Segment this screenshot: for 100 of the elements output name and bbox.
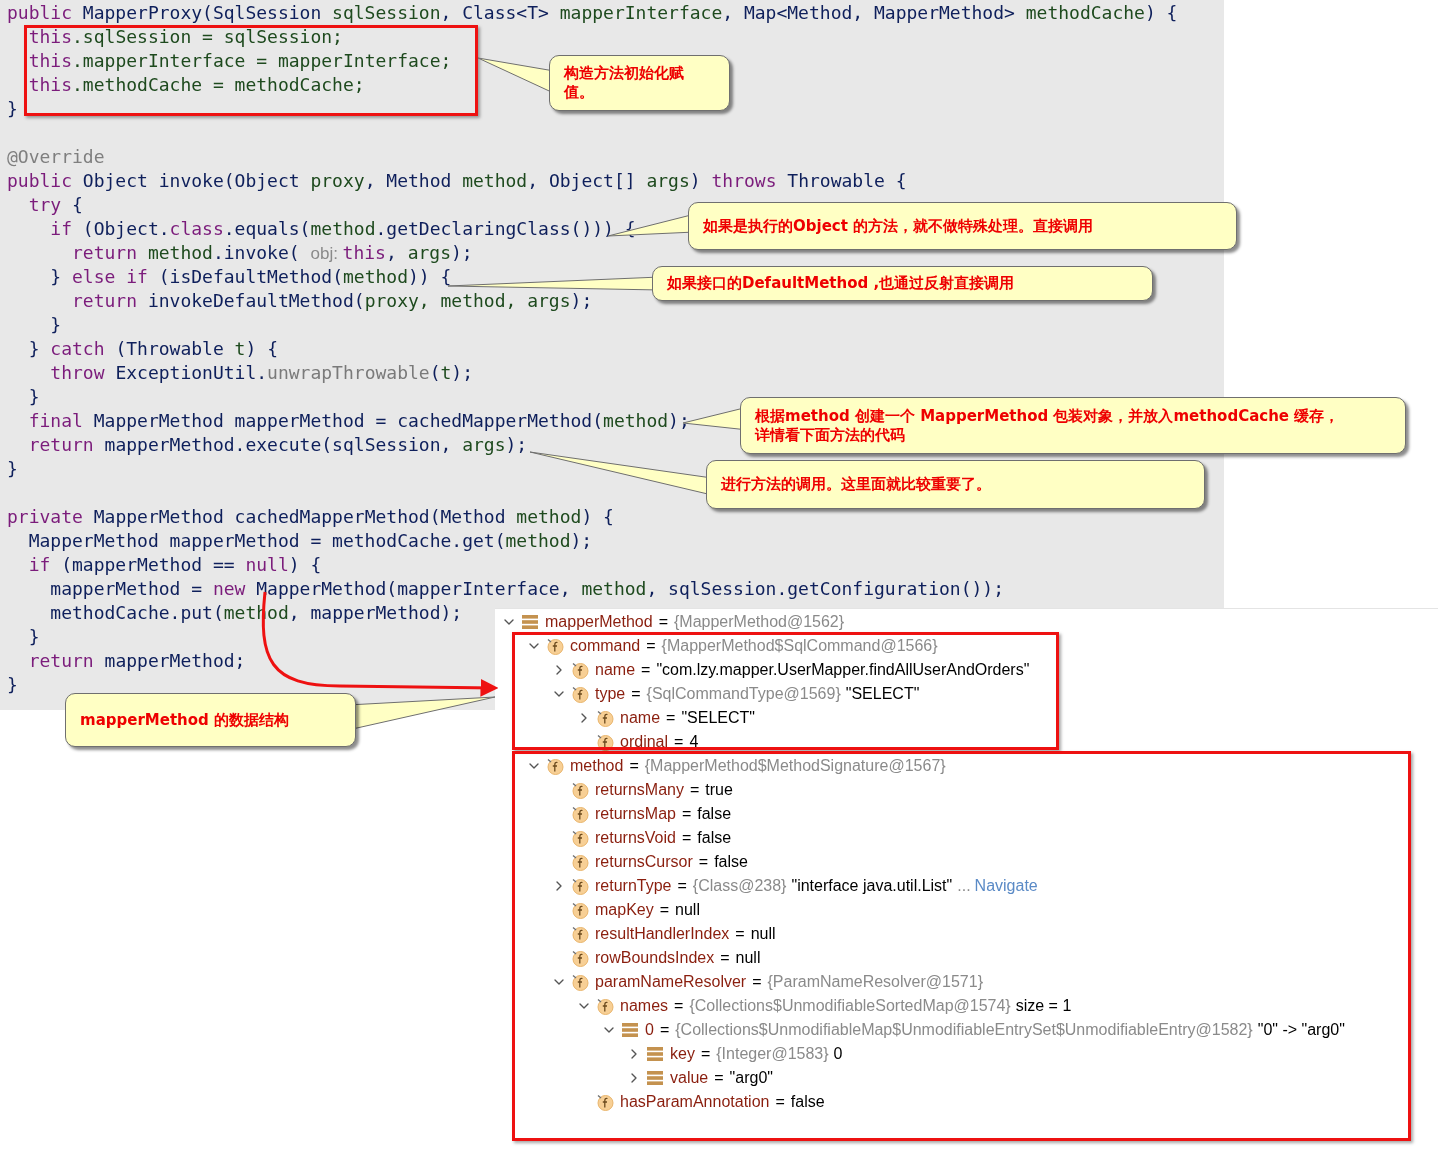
- field-icon: [546, 757, 564, 775]
- variable-value: false: [697, 829, 732, 847]
- variable-name: command: [570, 637, 641, 655]
- variable-value: size = 1: [1015, 997, 1072, 1015]
- variable-value: 0: [833, 1045, 843, 1063]
- code-line: public MapperProxy(SqlSession sqlSession, Class<T> mapperInterface, Map<Method, MapperMethod> methodCache) {: [6, 1, 1178, 25]
- field-icon: [571, 901, 589, 919]
- variable-value: false: [714, 853, 748, 871]
- equals-sign: =: [674, 733, 684, 751]
- field-icon: [546, 637, 564, 655]
- equals-sign: =: [752, 973, 762, 991]
- equals-sign: =: [658, 613, 668, 631]
- variable-name: method: [570, 757, 624, 775]
- code-line: }: [6, 97, 18, 121]
- field-icon: [571, 805, 589, 823]
- variable-name: ordinal: [620, 733, 669, 751]
- equals-sign: =: [700, 1045, 711, 1063]
- code-line: public Object invoke(Object proxy, Method method, Object[] args) throws Throwable {: [6, 169, 907, 193]
- field-icon: [571, 973, 589, 991]
- field-icon: [596, 997, 614, 1015]
- variable-value: "SELECT": [845, 685, 920, 703]
- field-icon: [571, 925, 589, 943]
- equals-sign: =: [714, 1069, 724, 1087]
- variable-name: rowBoundsIndex: [595, 949, 715, 967]
- equals-sign: =: [631, 685, 641, 703]
- code-line: if (mapperMethod == null) {: [27, 553, 322, 577]
- code-line: @Override: [6, 145, 105, 169]
- code-line: }: [27, 385, 40, 409]
- object-reference: {Collections$UnmodifiableSortedMap@1574}: [689, 997, 1011, 1015]
- field-icon: [571, 685, 589, 703]
- equals-sign: =: [681, 829, 692, 847]
- code-line: mapperMethod = new MapperMethod(mapperInterface, method, sqlSession.getConfiguration());: [49, 577, 1005, 601]
- variable-name: returnsVoid: [595, 829, 676, 847]
- field-icon: [571, 853, 589, 871]
- code-line: throw ExceptionUtil.unwrapThrowable(t);: [49, 361, 474, 385]
- variable-value: null: [750, 925, 776, 943]
- variable-name: key: [670, 1045, 695, 1063]
- navigate-link[interactable]: Navigate: [974, 877, 1038, 895]
- callout-text: 详情看下面方法的代码: [755, 425, 906, 445]
- field-icon: [571, 877, 589, 895]
- object-icon: [621, 1021, 639, 1039]
- equals-sign: =: [689, 781, 700, 799]
- variable-value: null: [675, 901, 700, 919]
- object-reference: {ParamNameResolver@1571}: [767, 973, 983, 991]
- callout-text: 如果接口的DefaultMethod ,也通过反射直接调用: [667, 274, 1016, 293]
- object-reference: {Integer@1583}: [716, 1045, 829, 1063]
- variable-value: false: [790, 1093, 825, 1111]
- field-icon: [596, 733, 614, 751]
- object-reference: {Collections$UnmodifiableMap$UnmodifiableEntrySet$UnmodifiableEntry@1582}: [675, 1021, 1253, 1039]
- variable-name: hasParamAnnotation: [620, 1093, 770, 1111]
- object-reference: {MapperMethod$SqlCommand@1566}: [661, 637, 938, 655]
- object-reference: {MapperMethod$MethodSignature@1567}: [644, 757, 946, 775]
- equals-sign: =: [735, 925, 745, 943]
- variable-name: paramNameResolver: [595, 973, 747, 991]
- code-line: this.mapperInterface = mapperInterface;: [27, 49, 452, 73]
- equals-sign: =: [646, 637, 656, 655]
- code-line: private MapperMethod cachedMapperMethod(Method method) {: [6, 505, 614, 529]
- field-icon: [571, 661, 589, 679]
- variable-name: returnsCursor: [595, 853, 693, 871]
- callout-text: 根据method 创建一个 MapperMethod 包装对象，并放入methodCache 缓存，: [755, 406, 1341, 426]
- object-reference: {Class@238}: [692, 877, 787, 895]
- code-line: }: [27, 625, 40, 649]
- field-icon: [596, 1093, 614, 1111]
- code-line: } else if (isDefaultMethod(method)) {: [49, 265, 452, 289]
- variable-value: 4: [689, 733, 699, 751]
- callout-text: 值。: [564, 83, 595, 102]
- code-line: return method.invoke( obj: this, args);: [71, 241, 473, 265]
- variable-value: "0" -> "arg0": [1257, 1021, 1345, 1039]
- field-icon: [596, 709, 614, 727]
- equals-sign: =: [677, 877, 687, 895]
- variable-name: 0: [645, 1021, 654, 1039]
- variable-value: "SELECT": [681, 709, 755, 727]
- callout-text: 构造方法初始化赋: [564, 64, 685, 83]
- equals-sign: =: [666, 709, 676, 727]
- code-line: } catch (Throwable t) {: [27, 337, 278, 361]
- callout-text: mapperMethod 的数据结构: [80, 710, 290, 730]
- equals-sign: =: [674, 997, 684, 1015]
- variable-name: names: [620, 997, 669, 1015]
- equals-sign: =: [720, 949, 730, 967]
- equals-sign: =: [659, 1021, 670, 1039]
- object-icon: [646, 1069, 664, 1087]
- variable-name: name: [620, 709, 661, 727]
- code-line: return mapperMethod.execute(sqlSession, args);: [27, 433, 528, 457]
- equals-sign: =: [681, 805, 692, 823]
- variable-value: "interface java.util.List": [791, 877, 953, 895]
- variable-name: resultHandlerIndex: [595, 925, 730, 943]
- code-line: this.methodCache = methodCache;: [27, 73, 365, 97]
- code-line: }: [49, 313, 62, 337]
- variable-name: type: [595, 685, 626, 703]
- variable-name: mapperMethod: [545, 613, 653, 631]
- object-reference: {MapperMethod@1562}: [673, 613, 845, 631]
- field-icon: [571, 829, 589, 847]
- code-line: this.sqlSession = sqlSession;: [27, 25, 343, 49]
- code-line: return invokeDefaultMethod(proxy, method, args);: [71, 289, 593, 313]
- object-reference: {SqlCommandType@1569}: [646, 685, 841, 703]
- variable-name: name: [595, 661, 636, 679]
- equals-sign: =: [629, 757, 639, 775]
- variable-value: "com.lzy.mapper.UserMapper.findAllUserAndOrders": [656, 661, 1030, 679]
- equals-sign: =: [659, 901, 670, 919]
- variable-value: null: [735, 949, 761, 967]
